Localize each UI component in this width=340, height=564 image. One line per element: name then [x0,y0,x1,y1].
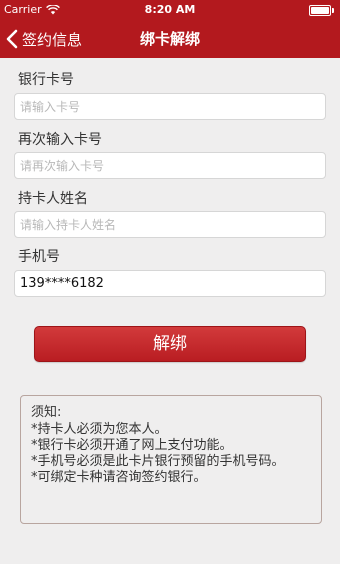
holder-name-input[interactable] [14,211,326,238]
phone-input[interactable] [14,270,326,297]
status-bar: Carrier 8:20 AM [0,0,340,20]
battery-icon [309,5,334,16]
nav-bar: 签约信息 绑卡解绑 [0,20,340,58]
status-time: 8:20 AM [144,3,196,16]
notice-line: *手机号必须是此卡片银行预留的手机号码。 [31,454,285,469]
holder-name-label: 持卡人姓名 [18,191,88,207]
card-number-confirm-input[interactable] [14,152,326,179]
phone-label: 手机号 [18,249,60,265]
notice-box: 须知: *持卡人必须为您本人。 *银行卡必须开通了网上支付功能。 *手机号必须是… [20,395,322,524]
back-label: 签约信息 [22,30,83,49]
chevron-left-icon [6,29,18,49]
screen: Carrier 8:20 AM 签约信息 绑卡解绑 银行卡号 请输入卡号 再次输… [0,0,340,564]
notice-title: 须知: [31,405,62,420]
back-button[interactable]: 签约信息 [6,20,82,58]
notice-line: *银行卡必须开通了网上支付功能。 [31,438,233,453]
notice-line: *持卡人必须为您本人。 [31,422,168,437]
notice-line: *可绑定卡种请咨询签约银行。 [31,470,207,485]
card-number-confirm-label: 再次输入卡号 [18,132,102,148]
card-number-input[interactable] [14,93,326,120]
unbind-button[interactable]: 解绑 [34,326,306,362]
card-number-label: 银行卡号 [18,72,74,88]
